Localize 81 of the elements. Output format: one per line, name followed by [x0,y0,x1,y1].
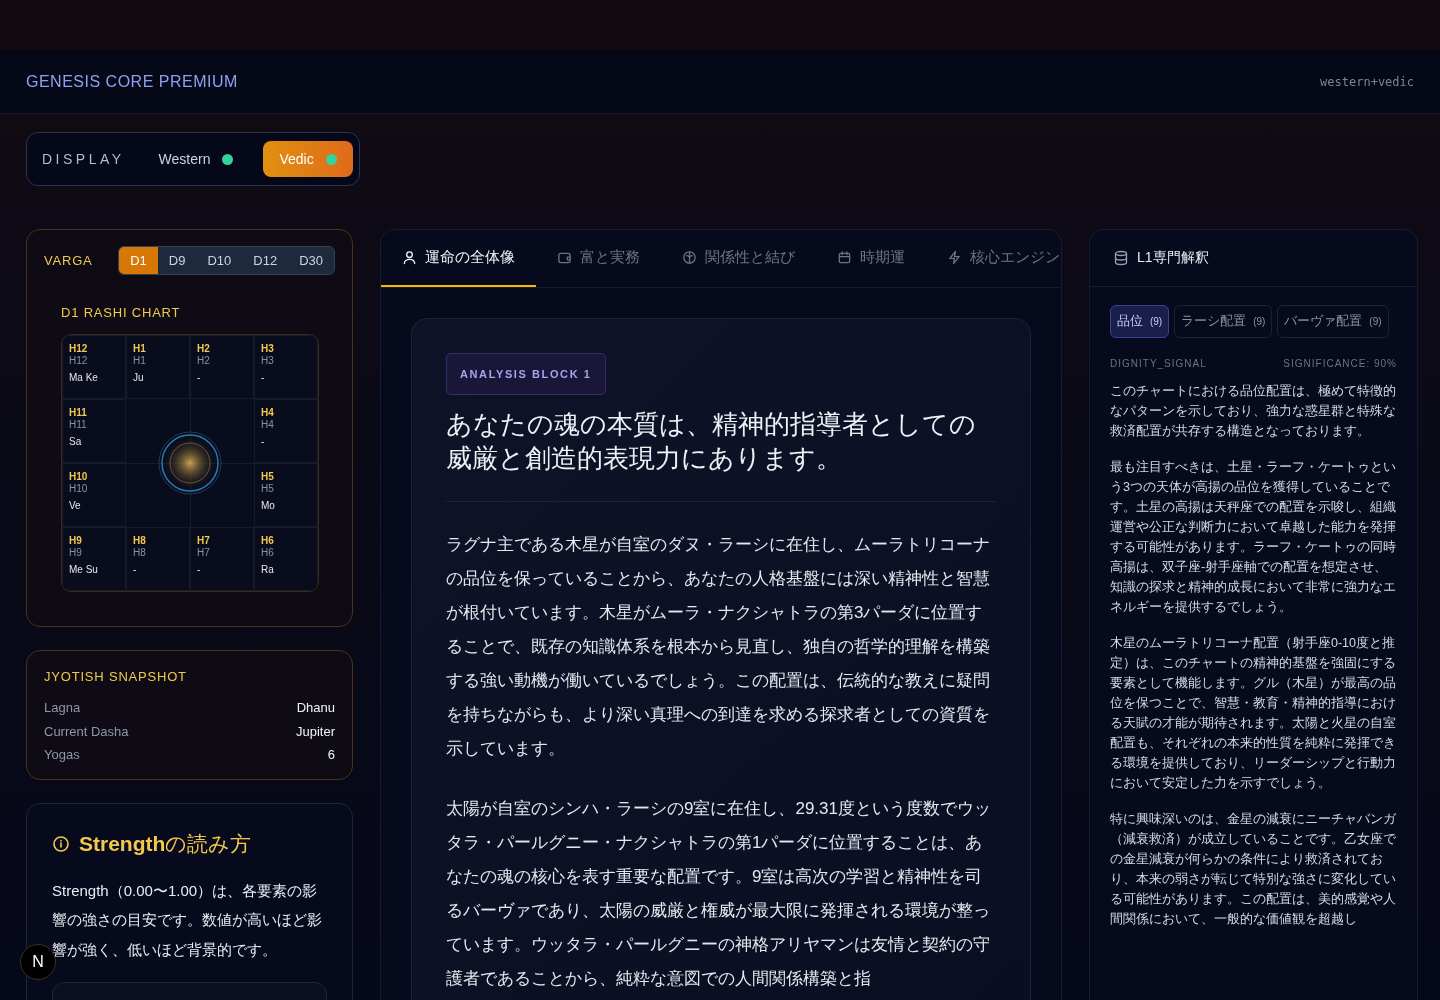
house-sign: H12 [69,355,89,367]
house-number: H4 [261,407,275,419]
section-tab[interactable]: 時期運 [816,230,926,287]
house-sign: H11 [69,419,88,431]
house-number: H9 [69,535,83,547]
house-planets: Mo [261,500,276,512]
house-number: H5 [261,471,275,483]
house-planets: Ra [261,564,275,576]
house-planets: Me Su [69,564,99,576]
expert-paragraph: このチャートにおける品位配置は、極めて特徴的なパターンを示しており、強力な惑星群と特殊な救済配置が共存する構造となっております。 [1110,383,1397,440]
snapshot-value: Dhanu [296,699,335,717]
house-sign: H1 [133,355,147,367]
snapshot-label: Yogas [44,746,80,764]
lightning-icon [947,250,962,265]
varga-tab[interactable]: D12 [242,247,289,274]
varga-tab[interactable]: D9 [157,247,197,274]
person-icon [402,250,417,265]
house-planets: Ju [133,372,145,384]
globe-icon [682,250,697,265]
house-sign: H5 [261,483,275,495]
section-tab[interactable]: 富と実務 [536,230,661,287]
house-planets: - [133,564,138,576]
section-tab[interactable]: 関係性と結び [661,230,816,287]
significance-label: SIGNIFICANCE: 90% [1283,358,1397,369]
house-sign: H4 [261,419,275,431]
snapshot-label: Current Dasha [44,722,129,741]
block-badge: ANALYSIS BLOCK 1 [446,353,606,395]
signal-label: DIGNITY_SIGNAL [1110,358,1207,369]
house-number: H3 [261,343,275,355]
house-planets: - [197,372,202,384]
house-sign: H9 [69,547,83,559]
info-icon [52,834,70,853]
strength-title: Strengthの読み方 [79,830,252,857]
house-planets: Ve [69,500,82,512]
expert-paragraph: 最も注目すべきは、土星・ラーフ・ケートゥという3つの天体が高揚の品位を獲得していることです。土星の高揚は天秤座での配置を示唆し、組織運営や公正な判断力において卓越した能力を発揮する可能性があります。ラーフ・ケートゥの同時高揚は、双子座-射手座軸での配置を想定させ、知識の探求と精神的成長において非常に強力なエネルギーを提供するでしょう。 [1110,459,1397,616]
snapshot-value: Jupiter [295,722,335,741]
house-number: H10 [69,471,89,483]
house-number: H12 [69,343,89,355]
varga-tab[interactable]: D10 [196,247,243,274]
varga-tab[interactable]: D30 [288,247,334,274]
analysis-paragraph: 太陽が自室のシンハ・ラーシの9室に在住し、29.31度という度数でウッタラ・パールグニー・ナクシャトラの第1パーダに位置することは、あなたの魂の核心を表す重要な配置です。9室は高次の学習と精神性を司るバーヴァであり、太陽の威厳と権威が最大限に発揮される環境が整っています。ウッタラ・パールグニーの神格アリヤマンは友情と契約の守護者であることから、純粋な意図での人間関係構築と指 [446,798,992,990]
house-number: H7 [197,535,211,547]
house-sign: H3 [261,355,275,367]
database-icon [1113,250,1129,266]
analysis-paragraph: ラグナ主である木星が自室のダヌ・ラーシに在住し、ムーラトリコーナの品位を保っていることから、あなたの人格基盤には深い精神性と智慧が根付いています。木星がムーラ・ナクシャトラの第3パーダに位置することで、既存の知識体系を根本から見直し、独自の哲学的理解を構築する強い動機が働いているでしょう。この配置は、伝統的な教えに疑問を持ちながらも、より深い真理への到達を求める探求者としての資質を示しています。 [446,534,991,760]
calendar-icon [837,250,852,265]
house-sign: H7 [197,547,211,559]
house-number: H8 [133,535,147,547]
snapshot-label: Lagna [44,699,81,717]
house-sign: H6 [261,547,275,559]
analysis-heading: あなたの魂の本質は、精神的指導者としての威厳と創造的表現力にあります。 [446,408,977,475]
section-tab[interactable]: 核心エンジン [926,230,1061,287]
section-tab[interactable]: 運命の全体像 [381,230,536,287]
panel-title: L1専門解釈 [1137,249,1209,267]
house-planets: - [261,372,266,384]
house-number: H2 [197,343,211,355]
category-chip[interactable]: ラーシ配置 (9) [1174,305,1273,338]
house-sign: H2 [197,355,211,367]
snapshot-title: JYOTISH SNAPSHOT [44,669,188,684]
house-number: H1 [133,343,147,355]
house-planets: Ma Ke [69,372,99,384]
house-sign: H10 [69,483,89,495]
varga-label: VARGA [44,253,93,268]
house-planets: - [197,564,202,576]
category-chip[interactable]: 品位 (9) [1110,305,1170,338]
category-chip[interactable]: バーヴァ配置 (9) [1277,305,1389,338]
expert-paragraph: 特に興味深いのは、金星の減衰にニーチャバンガ（減衰救済）が成立していることです。乙女座での金星減衰が何らかの条件により救済されており、本来の弱さが転じて特別な強さに変化している可能性があります。この配置は、美的感覚や人間関係において、一般的な価値観を超越し [1110,811,1397,928]
house-number: H6 [261,535,275,547]
snapshot-value: 6 [327,746,335,764]
mode-label: western+vedic [1320,74,1414,89]
wallet-icon [557,250,572,265]
house-sign: H8 [133,547,147,559]
display-option[interactable]: Western [142,141,250,177]
house-number: H11 [69,407,88,419]
expert-paragraph: 木星のムーラトリコーナ配置（射手座0-10度と推定）は、このチャートの精神的基盤を強固にする要素として機能します。グル（木星）が最高の品位を保つことで、智慧・教育・精神的指導における天賦の才能が期待されます。太陽と火星の自室配置も、それぞれの本来的性質を純粋に発揮できる環境を提供しており、リーダーシップと行動力において安定した力を示すでしょう。 [1110,635,1397,792]
house-planets: Sa [69,436,83,448]
chart-title: D1 RASHI CHART [61,305,182,320]
display-label: DISPLAY [42,151,125,167]
brand-title: GENESIS CORE PREMIUM [26,72,238,91]
glow-orb-drawing [158,431,222,495]
house-planets: - [261,436,266,448]
